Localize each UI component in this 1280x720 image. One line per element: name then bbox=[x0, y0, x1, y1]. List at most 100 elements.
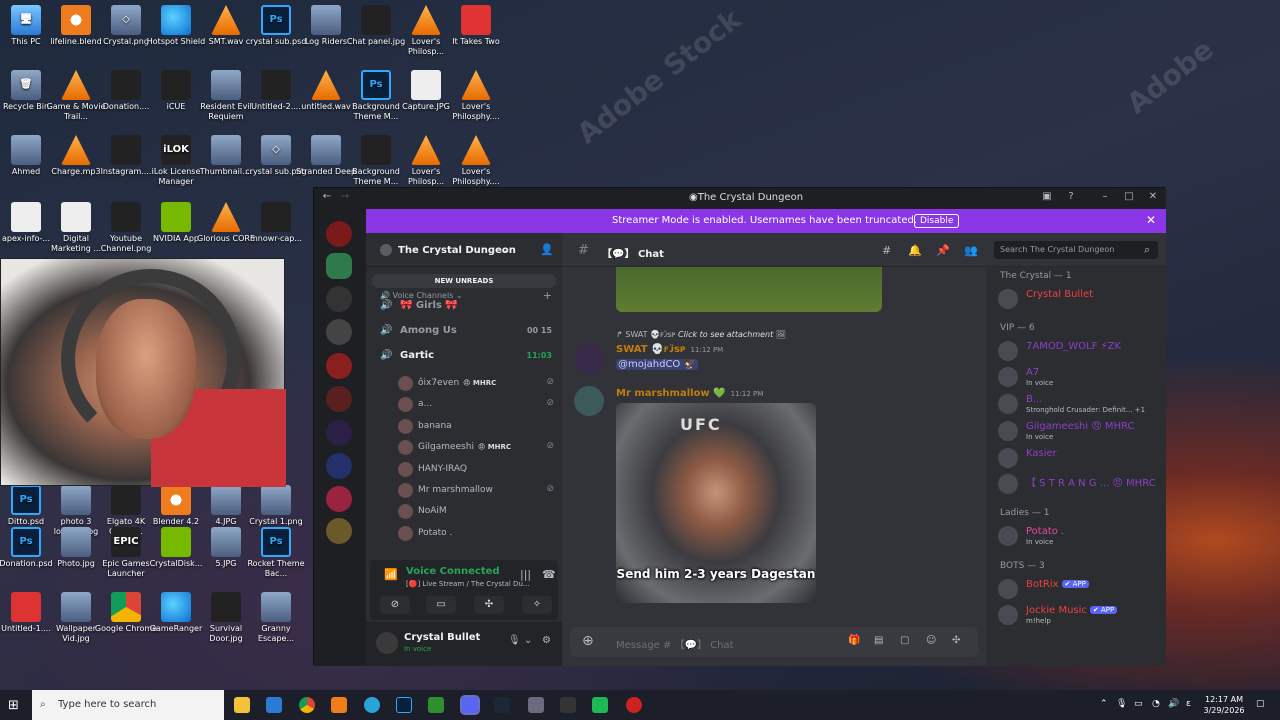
capcut-icon[interactable] bbox=[560, 697, 576, 713]
voice-member[interactable]: NoAiM bbox=[398, 503, 554, 521]
desktop-icon[interactable]: Granny Escape... bbox=[244, 592, 308, 644]
activities-button[interactable]: ✣ bbox=[474, 596, 504, 614]
desktop-icon[interactable]: It Takes Two bbox=[444, 5, 508, 47]
server-icon[interactable] bbox=[326, 420, 352, 446]
server-header[interactable]: The Crystal Dungeon ⌄ 👤 bbox=[366, 233, 562, 267]
server-icon[interactable] bbox=[326, 518, 352, 544]
app-icon[interactable] bbox=[592, 697, 608, 713]
wifi-icon[interactable]: ◔ bbox=[1152, 699, 1160, 709]
chrome-icon[interactable] bbox=[299, 697, 315, 713]
member-item[interactable]: Jockie Music ✔ APP m!help bbox=[998, 603, 1164, 629]
member-item[interactable]: A7 In voice bbox=[998, 365, 1164, 391]
pin-icon[interactable]: 📌 bbox=[936, 244, 950, 257]
server-icon[interactable] bbox=[326, 221, 352, 247]
chevron-down-icon[interactable]: ⌄ bbox=[524, 635, 532, 646]
inbox-icon[interactable]: ▣ bbox=[1040, 191, 1054, 205]
server-icon[interactable] bbox=[326, 319, 352, 345]
disable-button[interactable]: Disable bbox=[914, 214, 960, 228]
voice-channel[interactable]: 🔊 🎀 Girls 🎀 bbox=[380, 300, 556, 318]
desktop-icon[interactable]: Ps Rocket Theme Bac... bbox=[244, 527, 308, 579]
noise-suppression-icon[interactable]: ||| bbox=[520, 568, 531, 581]
threads-icon[interactable]: # bbox=[882, 244, 891, 257]
taskbar-search[interactable]: ⌕ Type here to search bbox=[32, 690, 224, 720]
desktop-icon[interactable]: mnowr-cap... bbox=[244, 202, 308, 244]
avatar[interactable] bbox=[574, 386, 604, 416]
member-item[interactable]: 【 S T R A N G ... 😠 MHRC bbox=[998, 472, 1164, 498]
close-banner-icon[interactable]: ✕ bbox=[1146, 213, 1156, 227]
mic-icon[interactable]: 🎙 bbox=[508, 635, 521, 646]
reply-preview[interactable]: ↱ SWAT 💀ꜰᴊ̈ꜱᴘ Click to see attachment 🖼 bbox=[616, 330, 786, 339]
attachment-image[interactable] bbox=[616, 267, 882, 312]
server-icon[interactable] bbox=[326, 386, 352, 412]
server-icon[interactable] bbox=[326, 286, 352, 312]
server-icon[interactable] bbox=[326, 253, 352, 279]
file-explorer-icon[interactable] bbox=[234, 697, 250, 713]
voice-member[interactable]: Mr marshmallow ⊘ bbox=[398, 482, 554, 500]
app-icon[interactable] bbox=[528, 697, 544, 713]
message-input[interactable]: ⊕ Message # 【💬】 Chat 🎁 ▤ ▢ ☺ ✣ bbox=[570, 627, 978, 657]
member-item[interactable]: BotRix ✔ APP bbox=[998, 577, 1164, 603]
member-item[interactable]: Gilgameeshi 😠 MHRC In voice bbox=[998, 419, 1164, 445]
emoji-icon[interactable]: ☺ bbox=[926, 635, 936, 646]
category-voice-channels[interactable]: 🔊 Voice Channels ⌄ bbox=[380, 291, 463, 300]
notifications-icon[interactable]: ▢ bbox=[1256, 699, 1265, 709]
close-icon[interactable]: ✕ bbox=[1146, 191, 1160, 205]
video-attachment[interactable]: UFC Send him 2-3 years Dagestan bbox=[616, 403, 816, 603]
avatar[interactable] bbox=[376, 632, 398, 654]
members-icon[interactable]: 👥 bbox=[964, 244, 978, 257]
camera-off-button[interactable]: ⊘ bbox=[380, 596, 410, 614]
soundboard-button[interactable]: ✧ bbox=[522, 596, 552, 614]
voice-member[interactable]: banana bbox=[398, 418, 554, 436]
member-item[interactable]: 7AMOD_WOLF ⚡ZK bbox=[998, 339, 1164, 365]
back-arrow-icon[interactable]: ← bbox=[320, 191, 334, 205]
photoshop-icon[interactable] bbox=[396, 697, 412, 713]
forward-arrow-icon[interactable]: → bbox=[338, 191, 352, 205]
settings-gear-icon[interactable]: ⚙ bbox=[542, 635, 551, 646]
network-icon[interactable]: ▭ bbox=[1134, 699, 1143, 709]
message-author[interactable]: SWAT 💀ꜰᴊ̈ꜱᴘ 11:12 PM bbox=[616, 344, 723, 355]
search-input[interactable]: Search The Crystal Dungeon bbox=[994, 241, 1158, 259]
new-unreads-pill[interactable]: NEW UNREADS bbox=[372, 274, 556, 288]
username[interactable]: Crystal Bullet bbox=[404, 632, 480, 643]
gift-icon[interactable]: 🎁 bbox=[848, 635, 860, 646]
discord-icon[interactable] bbox=[460, 695, 480, 715]
sticker-icon[interactable]: ▢ bbox=[900, 635, 909, 646]
desktop-icon[interactable]: Lover's Philosphy.... bbox=[444, 70, 508, 122]
minimize-icon[interactable]: – bbox=[1098, 191, 1112, 205]
avatar[interactable] bbox=[574, 344, 604, 374]
desktop-icon[interactable]: Crystal 1.png bbox=[244, 485, 308, 527]
mic-icon[interactable]: 🎙 bbox=[1116, 699, 1127, 709]
windows-start-icon[interactable]: ⊞ bbox=[8, 698, 19, 713]
voice-member[interactable]: Gilgameeshi 😠 MHRC ⊘ bbox=[398, 439, 554, 457]
telegram-icon[interactable] bbox=[364, 697, 380, 713]
app-icon[interactable] bbox=[428, 697, 444, 713]
voice-member[interactable]: ôix7even 😠 MHRC ⊘ bbox=[398, 375, 554, 393]
voice-member[interactable]: a... ⊘ bbox=[398, 396, 554, 414]
mention[interactable]: @mojahdCO 🦅 bbox=[616, 359, 698, 370]
maximize-icon[interactable]: □ bbox=[1122, 191, 1136, 205]
language-indicator[interactable]: ε bbox=[1186, 699, 1191, 709]
clock[interactable]: 12:17 AM 3/29/2026 bbox=[1200, 694, 1248, 716]
member-item[interactable]: Kasier bbox=[998, 446, 1164, 472]
voice-channel[interactable]: 🔊 Among Us 00 15 bbox=[380, 325, 556, 343]
vlc-icon[interactable] bbox=[331, 697, 347, 713]
message-author[interactable]: Mr marshmallow 💚 11:12 PM bbox=[616, 388, 763, 399]
desktop-icon[interactable]: Lover's Philosphy.... bbox=[444, 135, 508, 187]
voice-member[interactable]: HANY-IRAQ bbox=[398, 461, 554, 479]
screen-share-button[interactable]: ▭ bbox=[426, 596, 456, 614]
obs-icon[interactable] bbox=[626, 697, 642, 713]
voice-member[interactable]: Potato . bbox=[398, 525, 554, 543]
member-item[interactable]: Crystal Bullet bbox=[998, 287, 1164, 313]
store-icon[interactable] bbox=[266, 697, 282, 713]
disconnect-icon[interactable]: ☎ bbox=[542, 568, 556, 581]
chevron-up-icon[interactable]: ⌃ bbox=[1100, 699, 1108, 709]
voice-status[interactable]: Voice Connected bbox=[406, 566, 500, 577]
gif-icon[interactable]: ▤ bbox=[874, 635, 883, 646]
member-item[interactable]: B... Stronghold Crusader: Definit... +1 bbox=[998, 392, 1164, 418]
steam-icon[interactable] bbox=[494, 697, 510, 713]
volume-icon[interactable]: 🔊 bbox=[1168, 699, 1179, 709]
help-icon[interactable]: ? bbox=[1064, 191, 1078, 205]
server-icon[interactable] bbox=[326, 453, 352, 479]
server-icon[interactable] bbox=[326, 353, 352, 379]
invite-icon[interactable]: 👤 bbox=[540, 243, 554, 256]
